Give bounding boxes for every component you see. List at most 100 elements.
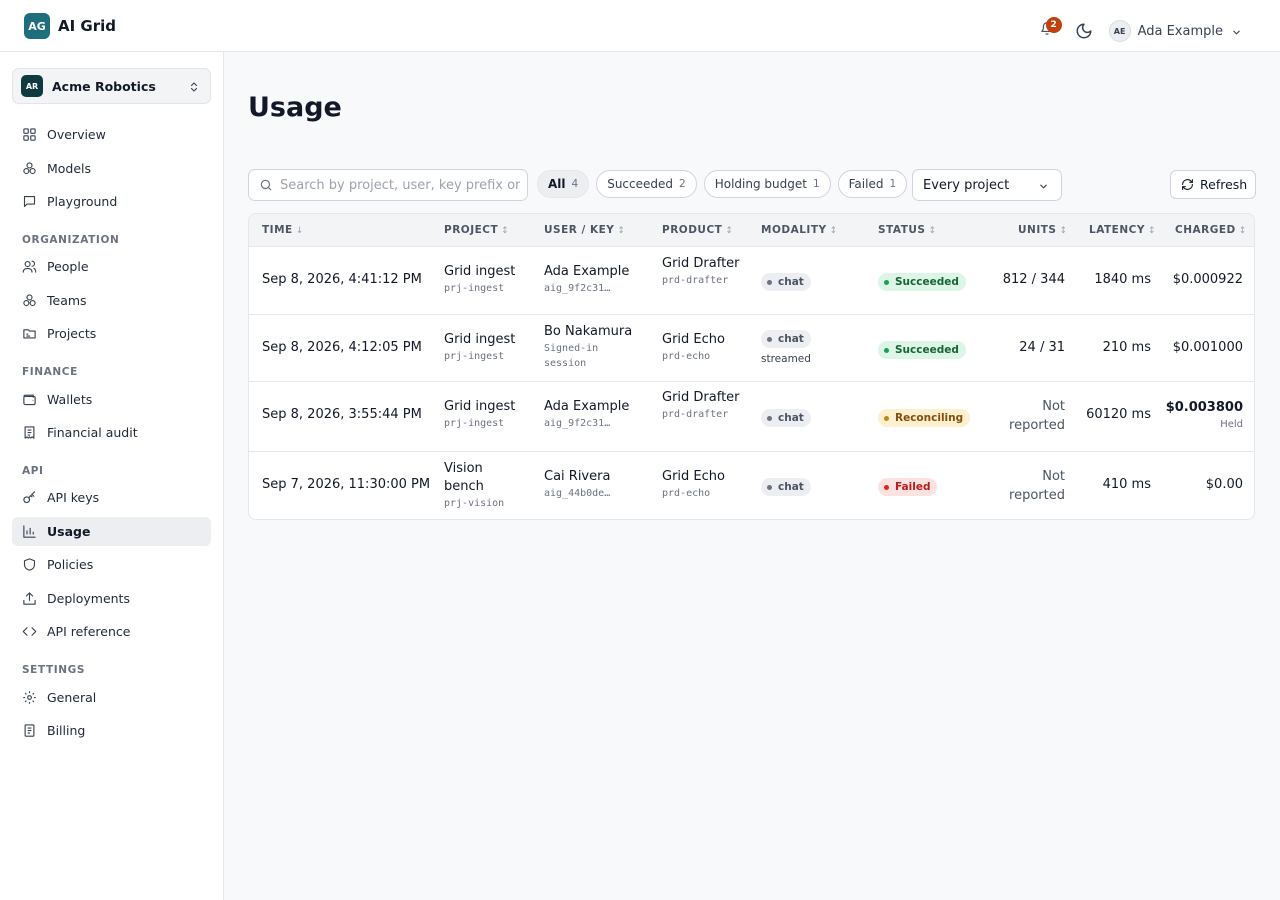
- brand-logo: AG: [24, 13, 50, 39]
- sidebar-item-label: Policies: [47, 557, 94, 572]
- moon-icon[interactable]: [1075, 22, 1093, 40]
- project-name: Grid ingest: [444, 332, 516, 347]
- column-header-status[interactable]: STATUS ↕: [878, 224, 937, 236]
- org-switcher[interactable]: AR Acme Robotics: [12, 68, 211, 104]
- cell-units: Not reported: [1009, 469, 1065, 503]
- brand-name: AI Grid: [58, 17, 117, 35]
- sidebar-item-people[interactable]: People: [12, 252, 211, 281]
- column-header-charged[interactable]: CHARGED ↕: [1175, 224, 1247, 236]
- sidebar-item-api-reference[interactable]: API reference: [12, 617, 211, 646]
- brand[interactable]: AG AI Grid: [24, 13, 116, 39]
- gear-icon: [23, 691, 36, 704]
- sidebar-section-finance: FINANCE: [22, 366, 78, 378]
- page-title: Usage: [248, 92, 342, 123]
- cell-product: Grid Echo prd-echo: [662, 331, 752, 364]
- filter-chip-label: Holding budget: [714, 177, 807, 191]
- sidebar-item-wallets[interactable]: Wallets: [12, 385, 211, 414]
- cell-product: Grid Echo prd-echo: [662, 468, 752, 501]
- sidebar-item-projects[interactable]: Projects: [12, 319, 211, 348]
- cell-charged: $0.001000: [1172, 340, 1243, 355]
- search-input[interactable]: [280, 177, 520, 193]
- sidebar-item-label: Projects: [47, 326, 97, 341]
- column-header-modality[interactable]: MODALITY ↕: [761, 224, 838, 236]
- chevrons-up-down-icon: [190, 82, 198, 92]
- people-icon: [22, 260, 37, 273]
- project-select-value: Every project: [923, 177, 1010, 193]
- user-name: Cai Rivera: [544, 469, 611, 484]
- cell-project: Grid ingest prj-ingest: [444, 331, 539, 364]
- sidebar-item-teams[interactable]: Teams: [12, 286, 211, 315]
- project-id: prj-vision: [444, 498, 505, 509]
- receipt-icon: [24, 426, 35, 439]
- cell-latency: 60120 ms: [1086, 407, 1151, 422]
- sidebar: AR Acme Robotics Overview Models Playgro…: [0, 52, 224, 900]
- status-filter-chips: All 4 Succeeded 2 Holding budget 1 Faile…: [537, 170, 914, 198]
- cell-user-key: Cai Rivera aig_44b0de…: [544, 468, 654, 501]
- product-id: prd-echo: [662, 351, 711, 362]
- sidebar-item-overview[interactable]: Overview: [12, 120, 211, 149]
- project-select[interactable]: Every project: [912, 169, 1062, 201]
- table-row[interactable]: Sep 7, 2026, 11:30:00 PM Vision bench pr…: [249, 452, 1254, 519]
- sidebar-item-billing[interactable]: Billing: [12, 716, 211, 745]
- sidebar-item-general[interactable]: General: [12, 683, 211, 712]
- product-name: Grid Echo: [662, 332, 725, 347]
- cell-modality: chat: [761, 409, 811, 427]
- refresh-icon: [1182, 179, 1193, 190]
- cell-project: Vision bench prj-vision: [444, 460, 514, 511]
- cell-modality: chat streamed: [761, 330, 811, 367]
- key-prefix: aig_9f2c31…: [544, 418, 611, 429]
- sidebar-item-label: Billing: [47, 723, 86, 738]
- product-id: prd-drafter: [662, 409, 729, 420]
- sidebar-item-usage[interactable]: Usage: [12, 517, 211, 546]
- cell-status: Succeeded: [878, 341, 966, 359]
- cell-status: Failed: [878, 478, 938, 496]
- cell-units: 24 / 31: [1019, 340, 1065, 355]
- chevron-down-icon: [1040, 184, 1047, 189]
- filter-chip-succeeded[interactable]: Succeeded 2: [596, 170, 697, 198]
- chevron-down-icon: [1233, 30, 1240, 34]
- sidebar-section-api: API: [22, 465, 44, 477]
- filter-chip-count: 1: [889, 178, 897, 190]
- user-name: Ada Example: [1137, 23, 1223, 39]
- user-name: Ada Example: [544, 264, 630, 279]
- column-header-latency[interactable]: LATENCY ↕: [1089, 224, 1156, 236]
- status-badge: Reconciling: [878, 409, 971, 427]
- filter-chip-count: 4: [571, 178, 579, 190]
- sidebar-item-label: Models: [47, 161, 92, 176]
- cell-status: Succeeded: [878, 273, 966, 291]
- product-name: Grid Drafter: [662, 256, 740, 271]
- column-header-product[interactable]: PRODUCT ↕: [662, 224, 733, 236]
- table-row[interactable]: Sep 8, 2026, 4:41:12 PM Grid ingest prj-…: [249, 247, 1254, 315]
- notifications-button[interactable]: 2: [1039, 17, 1062, 39]
- filter-chip-failed[interactable]: Failed 1: [837, 170, 908, 198]
- sidebar-item-playground[interactable]: Playground: [12, 187, 211, 216]
- folder-icon: [23, 329, 36, 339]
- sidebar-item-label: Usage: [47, 524, 91, 539]
- filter-chip-count: 2: [679, 178, 686, 190]
- user-name: Bo Nakamura: [544, 324, 633, 339]
- refresh-button[interactable]: Refresh: [1170, 170, 1256, 199]
- sidebar-item-api-keys[interactable]: API keys: [12, 483, 211, 512]
- sidebar-item-deployments[interactable]: Deployments: [12, 584, 211, 613]
- sidebar-item-financial-audit[interactable]: Financial audit: [12, 418, 211, 447]
- filter-chip-all[interactable]: All 4: [537, 170, 590, 198]
- project-name: Vision bench: [444, 461, 484, 494]
- sidebar-item-models[interactable]: Models: [12, 154, 211, 183]
- column-header-time[interactable]: TIME ↓: [262, 224, 304, 236]
- modality-note: streamed: [761, 353, 811, 365]
- sidebar-item-policies[interactable]: Policies: [12, 550, 211, 579]
- modality-badge: chat: [761, 330, 811, 348]
- column-header-units[interactable]: UNITS ↕: [1018, 224, 1068, 236]
- cell-latency: 210 ms: [1102, 340, 1151, 355]
- table-row[interactable]: Sep 8, 2026, 3:55:44 PM Grid ingest prj-…: [249, 382, 1254, 452]
- filter-chip-holding-budget[interactable]: Holding budget 1: [703, 170, 831, 198]
- user-menu[interactable]: AE Ada Example: [1108, 20, 1242, 42]
- invoice-icon: [24, 724, 35, 737]
- cell-modality: chat: [761, 478, 811, 496]
- project-name: Grid ingest: [444, 399, 516, 414]
- column-header-project[interactable]: PROJECT ↕: [444, 224, 509, 236]
- key-prefix: Signed-in session: [544, 343, 599, 369]
- column-header-user-key[interactable]: USER / KEY ↕: [544, 224, 625, 236]
- table-row[interactable]: Sep 8, 2026, 4:12:05 PM Grid ingest prj-…: [249, 315, 1254, 382]
- upload-icon: [23, 592, 36, 605]
